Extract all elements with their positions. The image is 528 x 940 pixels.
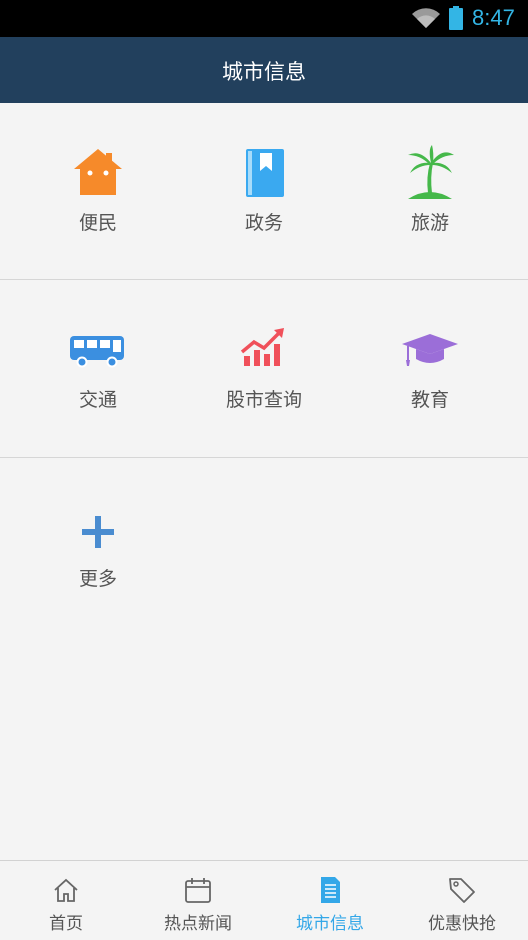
tab-hot-news[interactable]: 热点新闻 xyxy=(132,861,264,940)
grid-row-2: 交通 股市查询 教育 xyxy=(0,280,528,458)
tab-home[interactable]: 首页 xyxy=(0,861,132,940)
book-icon xyxy=(246,149,284,197)
tile-label: 便民 xyxy=(78,212,117,234)
battery-icon xyxy=(449,6,463,30)
stock-chart-icon xyxy=(240,328,284,366)
home-icon xyxy=(54,878,78,902)
tab-city-info[interactable]: 城市信息 xyxy=(264,861,396,940)
wifi-icon xyxy=(412,8,440,28)
plus-icon xyxy=(82,516,114,548)
tag-icon xyxy=(449,878,475,903)
tab-label: 首页 xyxy=(49,914,83,934)
tile-label: 交通 xyxy=(78,389,117,411)
grid-row-1: 便民 政务 旅游 xyxy=(0,103,528,280)
tile-stock[interactable]: 股市查询 xyxy=(176,280,352,457)
tile-transport[interactable]: 交通 xyxy=(10,280,186,457)
tab-label: 城市信息 xyxy=(296,914,364,934)
status-bar: 8:47 xyxy=(0,0,528,37)
graduation-cap-icon xyxy=(402,334,458,366)
tile-label: 教育 xyxy=(410,389,449,411)
bus-icon xyxy=(70,336,124,368)
tab-label: 热点新闻 xyxy=(164,914,232,934)
tile-more[interactable]: 更多 xyxy=(10,458,186,608)
tile-education[interactable]: 教育 xyxy=(342,280,518,457)
tab-deals[interactable]: 优惠快抢 xyxy=(396,861,528,940)
tab-label: 优惠快抢 xyxy=(428,914,496,934)
tile-label: 政务 xyxy=(244,212,283,234)
bottom-tab-bar: 首页 热点新闻 城市信息 优惠快抢 xyxy=(0,860,528,940)
palm-tree-icon xyxy=(408,145,454,199)
tile-label: 旅游 xyxy=(410,212,449,234)
tile-label: 更多 xyxy=(78,568,117,590)
title-bar: 城市信息 xyxy=(0,37,528,103)
status-time: 8:47 xyxy=(472,5,515,30)
grid-row-3: 更多 xyxy=(0,458,528,608)
tile-travel[interactable]: 旅游 xyxy=(342,103,518,279)
tile-label: 股市查询 xyxy=(225,389,302,411)
page-title: 城市信息 xyxy=(222,60,306,84)
house-icon xyxy=(74,149,122,195)
calendar-icon xyxy=(185,878,211,903)
tile-convenience[interactable]: 便民 xyxy=(10,103,186,279)
tile-government[interactable]: 政务 xyxy=(176,103,352,279)
document-icon xyxy=(321,877,340,903)
